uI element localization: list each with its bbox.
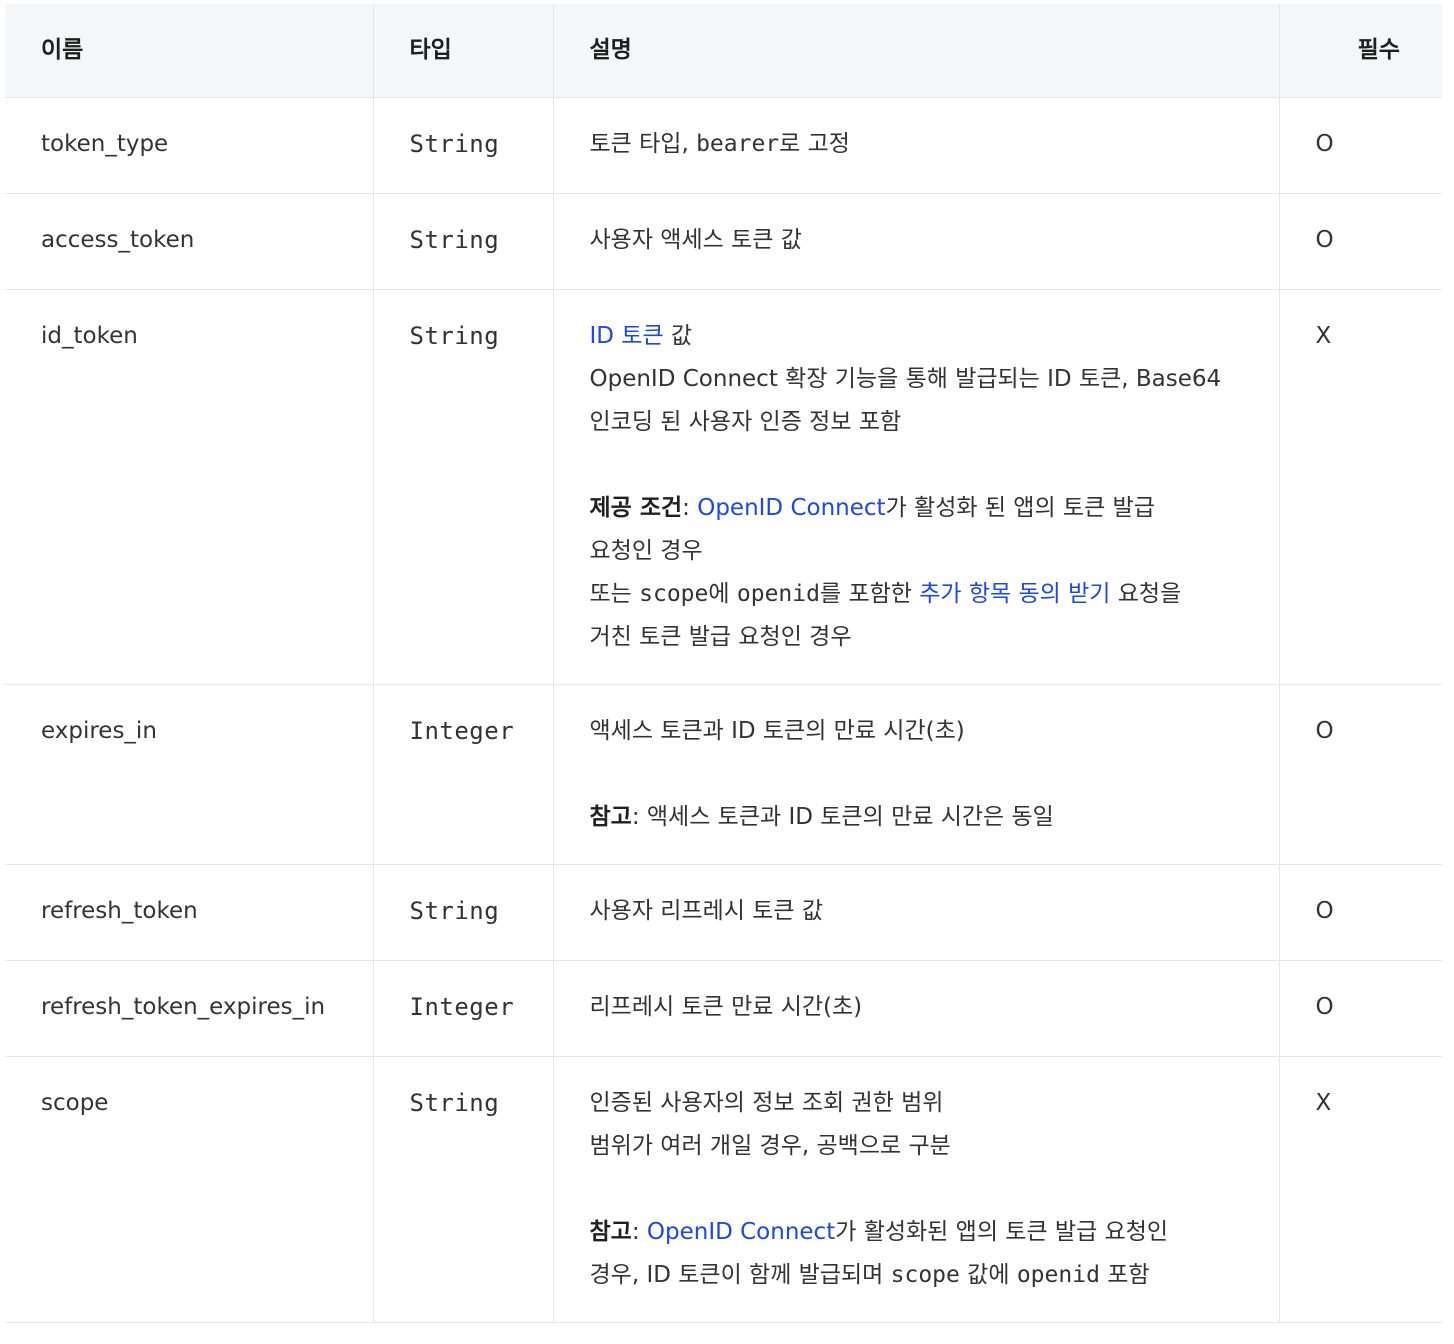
field-name: access_token	[5, 193, 374, 290]
field-type: String	[373, 1056, 554, 1323]
desc-line: 또는 scope에 openid를 포함한 추가 항목 동의 받기 요청을	[590, 573, 1259, 616]
desc-text: 포함	[1099, 1262, 1150, 1288]
header-description: 설명	[553, 4, 1280, 98]
desc-text: 에	[708, 581, 737, 607]
field-type: String	[373, 864, 554, 961]
desc-line: 범위가 여러 개일 경우, 공백으로 구분	[589, 1133, 951, 1159]
field-required: O	[1279, 193, 1442, 290]
field-description: 토큰 타입, bearer로 고정	[553, 97, 1280, 194]
field-type: Integer	[373, 960, 554, 1057]
field-required: X	[1279, 1056, 1442, 1323]
code-openid: openid	[736, 581, 820, 607]
table-row: refresh_token String 사용자 리프레시 토큰 값 O	[5, 864, 1442, 961]
desc-line: 참고: 액세스 토큰과 ID 토큰의 만료 시간은 동일	[590, 796, 1259, 839]
desc-line: OpenID Connect 확장 기능을 통해 발급되는 ID 토큰, Bas…	[589, 366, 1222, 392]
header-required: 필수	[1279, 4, 1442, 98]
field-type: String	[373, 193, 554, 290]
note-label: 참고	[589, 804, 632, 830]
code-scope: scope	[639, 581, 709, 607]
header-row: 이름 타입 설명 필수	[5, 4, 1442, 98]
code-bearer: bearer	[696, 131, 780, 157]
openid-connect-link[interactable]: OpenID Connect	[697, 495, 885, 521]
desc-text: 요청을	[1110, 581, 1182, 607]
desc-line: 거친 토큰 발급 요청인 경우	[589, 624, 852, 650]
table-row: token_type String 토큰 타입, bearer로 고정 O	[5, 97, 1442, 194]
desc-text: :	[682, 495, 698, 521]
table-row: id_token String ID 토큰 값 OpenID Connect 확…	[5, 289, 1442, 685]
field-name: scope	[5, 1056, 374, 1323]
desc-text: 가 활성화된 앱의 토큰 발급 요청인	[835, 1219, 1169, 1245]
desc-text: :	[631, 1219, 647, 1245]
field-name: refresh_token	[5, 864, 374, 961]
table-row: refresh_token_expires_in Integer 리프레시 토큰…	[5, 960, 1442, 1057]
desc-line: 인증된 사용자의 정보 조회 권한 범위	[589, 1090, 944, 1116]
table-row: expires_in Integer 액세스 토큰과 ID 토큰의 만료 시간(…	[5, 684, 1442, 865]
field-type: Integer	[373, 684, 554, 865]
field-type: String	[373, 289, 554, 685]
desc-text: 가 활성화 된 앱의 토큰 발급	[885, 495, 1155, 521]
desc-text: 로 고정	[779, 131, 850, 157]
field-description: 인증된 사용자의 정보 조회 권한 범위 범위가 여러 개일 경우, 공백으로 …	[553, 1056, 1280, 1323]
response-fields-table: 이름 타입 설명 필수 token_type String 토큰 타입, bea…	[5, 4, 1442, 1323]
id-token-link[interactable]: ID 토큰	[590, 323, 664, 349]
field-description: 액세스 토큰과 ID 토큰의 만료 시간(초) 참고: 액세스 토큰과 ID 토…	[553, 684, 1280, 865]
field-required: X	[1279, 289, 1442, 685]
field-description: 사용자 액세스 토큰 값	[553, 193, 1280, 290]
note-label: 참고	[589, 1219, 632, 1245]
desc-text: 또는	[589, 581, 640, 607]
desc-line: 경우, ID 토큰이 함께 발급되며 scope 값에 openid 포함	[590, 1254, 1259, 1297]
condition-label: 제공 조건	[589, 495, 683, 521]
field-name: token_type	[5, 97, 374, 194]
desc-text: 값	[663, 323, 693, 349]
desc-line: 참고: OpenID Connect가 활성화된 앱의 토큰 발급 요청인	[590, 1211, 1259, 1254]
table-row: scope String 인증된 사용자의 정보 조회 권한 범위 범위가 여러…	[5, 1056, 1442, 1323]
field-required: O	[1279, 960, 1442, 1057]
field-type: String	[373, 97, 554, 194]
openid-connect-link[interactable]: OpenID Connect	[647, 1219, 835, 1245]
additional-consent-link[interactable]: 추가 항목 동의 받기	[919, 581, 1110, 607]
field-required: O	[1279, 684, 1442, 865]
desc-line: 제공 조건: OpenID Connect가 활성화 된 앱의 토큰 발급	[590, 487, 1259, 530]
desc-line: 인코딩 된 사용자 인증 정보 포함	[589, 409, 902, 435]
field-required: O	[1279, 864, 1442, 961]
table-header: 이름 타입 설명 필수	[5, 4, 1442, 98]
desc-text: 값에	[959, 1262, 1017, 1288]
field-name: expires_in	[5, 684, 374, 865]
desc-text: 경우, ID 토큰이 함께 발급되며	[589, 1262, 891, 1288]
field-description: 사용자 리프레시 토큰 값	[553, 864, 1280, 961]
code-scope: scope	[890, 1262, 960, 1288]
desc-text: 토큰 타입,	[589, 131, 697, 157]
desc-text: : 액세스 토큰과 ID 토큰의 만료 시간은 동일	[631, 804, 1054, 830]
header-type: 타입	[373, 4, 554, 98]
table-row: access_token String 사용자 액세스 토큰 값 O	[5, 193, 1442, 290]
field-required: O	[1279, 97, 1442, 194]
desc-line: 액세스 토큰과 ID 토큰의 만료 시간(초)	[589, 718, 965, 744]
field-description: 리프레시 토큰 만료 시간(초)	[553, 960, 1280, 1057]
header-name: 이름	[5, 4, 374, 98]
table-body: token_type String 토큰 타입, bearer로 고정 O ac…	[5, 97, 1442, 1323]
code-openid: openid	[1016, 1262, 1100, 1288]
field-name: refresh_token_expires_in	[5, 960, 374, 1057]
field-description: ID 토큰 값 OpenID Connect 확장 기능을 통해 발급되는 ID…	[553, 289, 1280, 685]
field-name: id_token	[5, 289, 374, 685]
desc-text: 를 포함한	[819, 581, 920, 607]
desc-line: 요청인 경우	[589, 538, 703, 564]
desc-line: ID 토큰 값	[590, 315, 1259, 358]
